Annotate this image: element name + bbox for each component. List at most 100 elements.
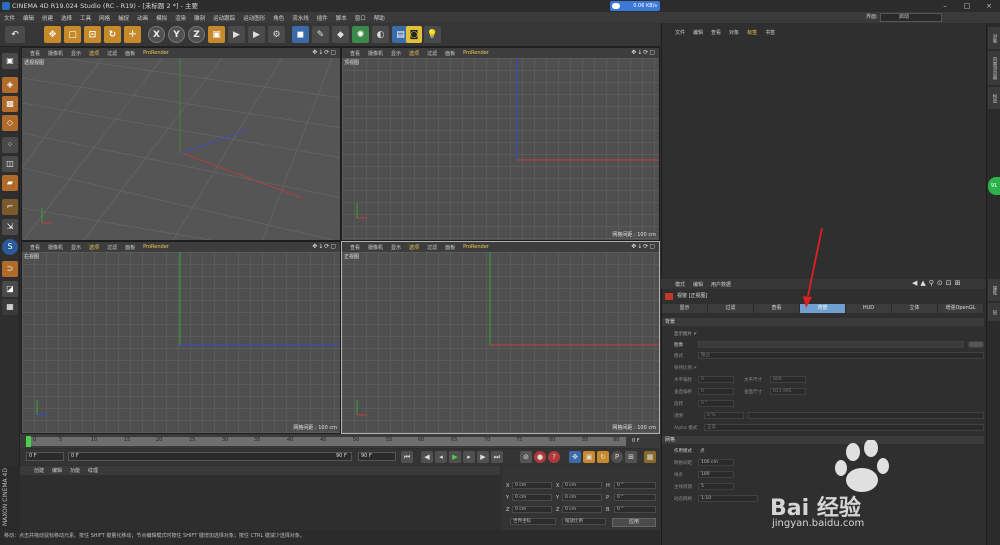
vp-menu-display[interactable]: 显示 xyxy=(391,50,401,57)
coordinate-system-icon[interactable]: ▣ xyxy=(208,26,225,43)
obj-menu-file[interactable]: 文件 xyxy=(675,29,685,36)
pos-z-field[interactable]: 0 cm xyxy=(512,506,552,513)
tab-background[interactable]: 背景 xyxy=(800,304,846,313)
menu-tools[interactable]: 工具 xyxy=(80,14,91,22)
viewport-nav-icons[interactable]: ✥↓⟳▢ xyxy=(312,243,337,250)
obj-menu-objects[interactable]: 对象 xyxy=(729,29,739,36)
vp-menu-camera[interactable]: 摄像机 xyxy=(368,244,383,251)
obj-menu-edit[interactable]: 编辑 xyxy=(693,29,703,36)
keyframe-selection-icon[interactable]: ? xyxy=(548,451,560,463)
size-z-field[interactable]: 0 cm xyxy=(562,506,602,513)
viewport-top[interactable]: 查看 摄像机 显示 选项 过滤 面板 ProRender ✥↓⟳▢ 顶视图 网格… xyxy=(341,47,660,241)
pen-icon[interactable]: ✎ xyxy=(312,26,329,43)
menu-plugins[interactable]: 插件 xyxy=(317,14,328,22)
vp-menu-panel[interactable]: 面板 xyxy=(125,244,135,251)
preview-range-field[interactable]: 0 F xyxy=(68,452,352,461)
play-icon[interactable]: ▶ xyxy=(449,451,461,463)
obj-menu-tags[interactable]: 标签 xyxy=(747,29,757,36)
enable-axis-icon[interactable]: ⌐ xyxy=(2,199,18,215)
menu-character[interactable]: 角色 xyxy=(273,14,284,22)
alpha-mode-dropdown[interactable]: 正常 xyxy=(704,424,984,431)
tweak-icon[interactable]: ⇲ xyxy=(2,219,18,235)
vp-menu-filter[interactable]: 过滤 xyxy=(107,50,117,57)
vp-menu-filter[interactable]: 过滤 xyxy=(107,244,117,251)
key-pla-icon[interactable]: ⊞ xyxy=(625,451,637,463)
vp-menu-options[interactable]: 选项 xyxy=(409,244,419,251)
section-background[interactable]: 背景 xyxy=(662,318,984,326)
cube-icon[interactable]: ◼ xyxy=(292,26,309,43)
vp-menu-camera[interactable]: 摄像机 xyxy=(48,244,63,251)
mat-menu-texture[interactable]: 纹理 xyxy=(88,467,98,474)
menu-mograph[interactable]: 运动图形 xyxy=(243,14,265,22)
light-icon[interactable]: 💡 xyxy=(424,26,441,43)
tab-enhanced-opengl[interactable]: 增强OpenGL xyxy=(938,304,984,313)
prop-keep-ratio[interactable]: 保持比例 ✔ xyxy=(674,365,697,371)
array-icon[interactable]: ✺ xyxy=(352,26,369,43)
h-size-field[interactable]: 800 xyxy=(770,376,806,383)
next-key-icon[interactable]: ▶ xyxy=(477,451,489,463)
v-size-field[interactable]: 611.995 xyxy=(770,388,806,395)
vp-menu-prorender[interactable]: ProRender xyxy=(463,50,489,56)
vp-menu-panel[interactable]: 面板 xyxy=(445,244,455,251)
current-frame-field[interactable]: 0 F xyxy=(26,452,64,461)
prop-show-image[interactable]: 显示图片 ✔ xyxy=(674,331,697,337)
vp-menu-prorender[interactable]: ProRender xyxy=(143,244,169,250)
max-frame-field[interactable]: 90 F xyxy=(358,452,396,461)
vp-menu-prorender[interactable]: ProRender xyxy=(463,244,489,250)
camera-icon[interactable]: ◙ xyxy=(406,26,422,43)
vp-menu-options[interactable]: 选项 xyxy=(89,244,99,251)
rot-h-field[interactable]: 0 ° xyxy=(614,482,656,489)
obj-menu-bookmarks[interactable]: 书签 xyxy=(765,29,775,36)
tab-layers[interactable]: 层 xyxy=(988,303,1000,321)
rot-b-field[interactable]: 0 ° xyxy=(614,506,656,513)
scale-mode-dropdown[interactable]: 缩放比例 xyxy=(562,518,606,525)
model-mode-icon[interactable]: ◈ xyxy=(2,77,18,93)
major-field[interactable]: 5 xyxy=(698,483,734,490)
viewport-nav-icons[interactable]: ✥↓⟳▢ xyxy=(312,49,337,56)
maximize-icon[interactable]: □ xyxy=(956,0,978,12)
work-mode-value[interactable]: 点 xyxy=(700,448,705,454)
mat-menu-create[interactable]: 创建 xyxy=(34,467,44,474)
floating-badge[interactable]: 91 xyxy=(988,177,1000,195)
coord-system-dropdown[interactable]: 世界坐标 xyxy=(510,518,556,525)
tab-hud[interactable]: HUD xyxy=(846,304,892,313)
h-offset-field[interactable]: 0 xyxy=(698,376,734,383)
menu-mesh[interactable]: 网格 xyxy=(99,14,110,22)
grid-spacing-field[interactable]: 100 cm xyxy=(698,459,734,466)
tab-stereo[interactable]: 立体 xyxy=(892,304,938,313)
menu-window[interactable]: 窗口 xyxy=(355,14,366,22)
pos-x-field[interactable]: 0 cm xyxy=(512,482,552,489)
transparency-field[interactable]: 0 % xyxy=(704,412,744,419)
object-manager[interactable] xyxy=(661,23,986,276)
workplane-icon[interactable]: ◇ xyxy=(2,115,18,131)
key-rotation-icon[interactable]: ↻ xyxy=(597,451,609,463)
vp-menu-filter[interactable]: 过滤 xyxy=(427,244,437,251)
dynamic-grid-dropdown[interactable]: 1:10 xyxy=(698,495,758,502)
render-picture-viewer-icon[interactable]: ▶ xyxy=(248,26,265,43)
key-position-icon[interactable]: ✥ xyxy=(569,451,581,463)
tab-attributes[interactable]: 属性 xyxy=(988,279,1000,301)
viewport-right[interactable]: 查看 摄像机 显示 选项 过滤 面板 ProRender ✥↓⟳▢ 右视图 网格… xyxy=(21,241,341,434)
tab-display[interactable]: 显示 xyxy=(662,304,708,313)
menu-file[interactable]: 文件 xyxy=(4,14,15,22)
mat-menu-edit[interactable]: 编辑 xyxy=(52,467,62,474)
workplane-lock-icon[interactable]: ◪ xyxy=(2,281,18,297)
menu-snap[interactable]: 捕捉 xyxy=(118,14,129,22)
polygons-mode-icon[interactable]: ▰ xyxy=(2,175,18,191)
tab-view[interactable]: 查看 xyxy=(754,304,800,313)
vp-menu-panel[interactable]: 面板 xyxy=(125,50,135,57)
go-to-end-icon[interactable]: ⏭ xyxy=(491,451,503,463)
close-icon[interactable]: × xyxy=(978,0,1000,12)
rot-p-field[interactable]: 0 ° xyxy=(614,494,656,501)
next-frame-icon[interactable]: ▸ xyxy=(463,451,475,463)
grid-icon[interactable]: ▦ xyxy=(2,299,18,315)
size-x-field[interactable]: 0 cm xyxy=(562,482,602,489)
rotate-field[interactable]: 0 ° xyxy=(698,400,734,407)
prev-frame-icon[interactable]: ◂ xyxy=(435,451,447,463)
vp-menu-display[interactable]: 显示 xyxy=(71,244,81,251)
material-manager[interactable] xyxy=(20,466,500,530)
menu-create[interactable]: 创建 xyxy=(42,14,53,22)
mode-dropdown[interactable]: 独占 xyxy=(698,352,984,359)
prev-key-icon[interactable]: ◀ xyxy=(421,451,433,463)
transparency-slider[interactable] xyxy=(748,412,984,419)
